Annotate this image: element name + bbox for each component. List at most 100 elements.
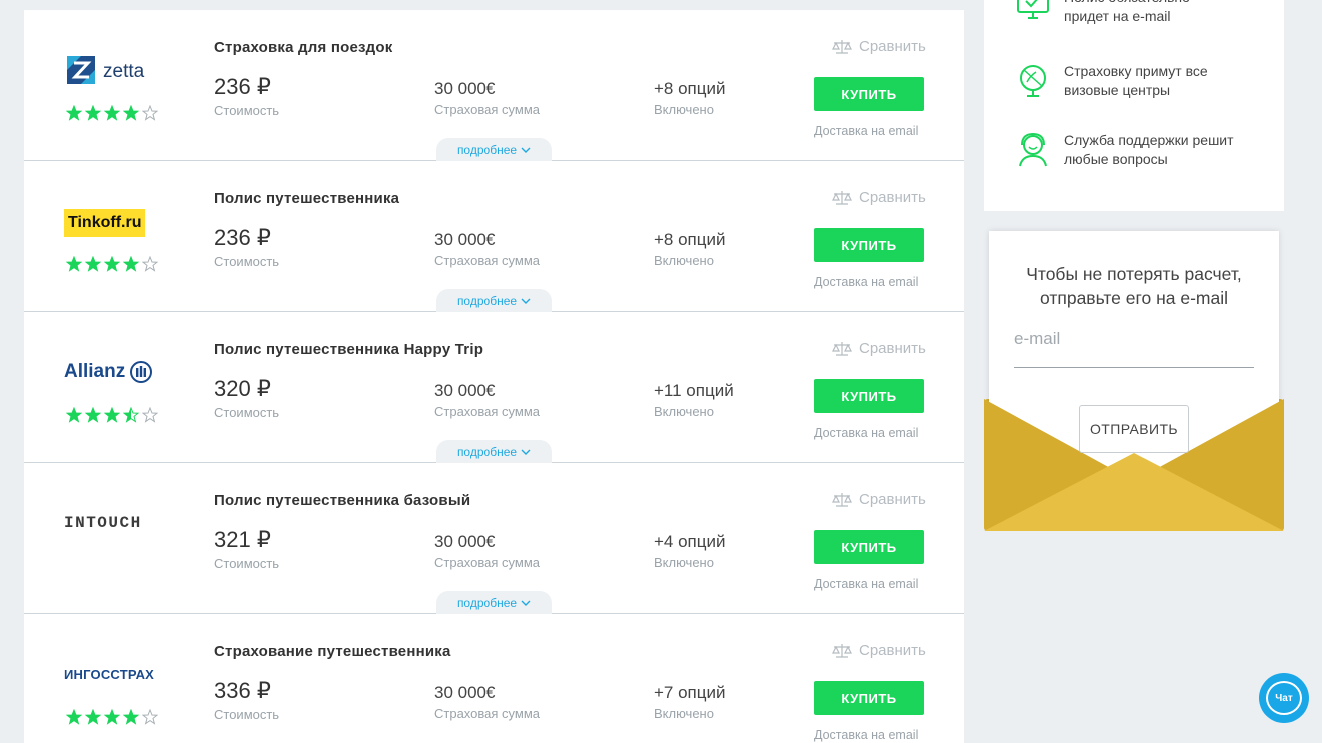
offer-card: INTOUCH Полис путешественника базовый 32… — [24, 463, 964, 614]
chat-button[interactable]: Чат — [1259, 673, 1309, 723]
star-icon — [85, 256, 101, 272]
star-icon — [142, 105, 158, 121]
price-block: 321 ₽ Стоимость — [214, 527, 279, 571]
scales-icon — [832, 643, 852, 658]
send-button[interactable]: ОТПРАВИТЬ — [1079, 405, 1189, 453]
star-icon — [104, 256, 120, 272]
details-toggle[interactable]: подробнее — [436, 289, 552, 312]
delivery-note: Доставка на email — [814, 577, 919, 591]
delivery-note: Доставка на email — [814, 124, 919, 138]
star-icon — [123, 105, 139, 121]
price-block: 336 ₽ Стоимость — [214, 678, 279, 722]
details-toggle[interactable]: подробнее — [436, 138, 552, 161]
buy-button[interactable]: КУПИТЬ — [814, 228, 924, 262]
options-label: Включено — [654, 404, 714, 419]
sum-label: Страховая сумма — [434, 102, 540, 117]
sum-label: Страховая сумма — [434, 706, 540, 721]
buy-button[interactable]: КУПИТЬ — [814, 530, 924, 564]
price-value: 336 ₽ — [214, 678, 271, 703]
offer-title: Страховка для поездок — [214, 39, 393, 56]
sum-block: 30 000€ Страховая сумма — [434, 79, 540, 117]
rating-stars — [66, 407, 158, 423]
options-block: +4 опций Включено — [654, 532, 726, 570]
compare-label: Сравнить — [859, 189, 926, 206]
feature-item: Полис обязательно придет на e-mail — [1016, 0, 1224, 26]
email-envelope: Чтобы не потерять расчет, отправьте его … — [984, 231, 1284, 531]
price-value: 320 ₽ — [214, 376, 271, 401]
sum-value: 30 000€ — [434, 79, 496, 98]
monitor-check-icon — [1017, 0, 1049, 19]
star-icon — [104, 709, 120, 725]
offer-card: ИНГОССТРАХ Страхование путешественника 3… — [24, 614, 964, 743]
buy-button[interactable]: КУПИТЬ — [814, 77, 924, 111]
compare-link[interactable]: Сравнить — [832, 642, 926, 659]
compare-link[interactable]: Сравнить — [832, 340, 926, 357]
price-block: 236 ₽ Стоимость — [214, 74, 279, 118]
star-icon — [66, 256, 82, 272]
email-input[interactable] — [1014, 329, 1254, 368]
sum-block: 30 000€ Страховая сумма — [434, 532, 540, 570]
options-value: +8 опций — [654, 79, 726, 98]
star-icon — [66, 407, 82, 423]
options-block: +11 опций Включено — [654, 381, 734, 419]
offer-card: Allianz Полис путешественника Happy Trip… — [24, 312, 964, 463]
offer-title: Полис путешественника — [214, 190, 400, 207]
options-block: +8 опций Включено — [654, 230, 726, 268]
scales-icon — [832, 39, 852, 54]
tinkoff-logo-icon: Tinkoff.ru — [64, 209, 146, 237]
buy-button[interactable]: КУПИТЬ — [814, 379, 924, 413]
price-value: 321 ₽ — [214, 527, 271, 552]
offer-card: zetta Страховка для поездок 236 ₽ Стоимо… — [24, 10, 964, 161]
star-icon — [66, 105, 82, 121]
feature-text: Служба поддержки решит любые вопросы — [1064, 132, 1234, 167]
compare-label: Сравнить — [859, 642, 926, 659]
features-panel: Полис обязательно придет на e-mail Страх… — [984, 0, 1284, 211]
intouch-logo-text: INTOUCH — [64, 514, 142, 532]
details-toggle[interactable]: подробнее — [436, 440, 552, 463]
compare-label: Сравнить — [859, 340, 926, 357]
star-icon — [123, 407, 139, 423]
feature-item: Страховку примут все визовые центры — [1016, 62, 1234, 100]
rating-stars — [66, 256, 158, 272]
details-label: подробнее — [456, 595, 518, 610]
rating-stars — [66, 709, 158, 725]
price-label: Стоимость — [214, 103, 280, 118]
star-icon — [104, 407, 120, 423]
star-icon — [142, 256, 158, 272]
details-label: подробнее — [456, 293, 518, 308]
compare-link[interactable]: Сравнить — [832, 38, 926, 55]
offers-list: zetta Страховка для поездок 236 ₽ Стоимо… — [24, 10, 964, 743]
support-agent-icon — [1019, 132, 1047, 167]
price-value: 236 ₽ — [214, 74, 271, 99]
options-label: Включено — [654, 253, 714, 268]
sum-value: 30 000€ — [434, 381, 496, 400]
compare-link[interactable]: Сравнить — [832, 189, 926, 206]
options-label: Включено — [654, 102, 714, 117]
scales-icon — [832, 492, 852, 507]
star-icon — [85, 709, 101, 725]
options-label: Включено — [654, 555, 714, 570]
sum-label: Страховая сумма — [434, 253, 540, 268]
scales-icon — [832, 341, 852, 356]
star-icon — [142, 709, 158, 725]
insurer-logo-intouch: INTOUCH — [64, 505, 174, 541]
rating-stars — [66, 105, 158, 121]
allianz-eagle-icon — [130, 361, 153, 383]
options-value: +11 опций — [654, 381, 734, 400]
offer-title: Полис путешественника базовый — [214, 492, 471, 509]
compare-label: Сравнить — [859, 491, 926, 508]
delivery-note: Доставка на email — [814, 275, 919, 289]
insurer-logo-tinkoff: Tinkoff.ru — [64, 203, 174, 239]
price-block: 236 ₽ Стоимость — [214, 225, 279, 269]
price-label: Стоимость — [214, 707, 280, 722]
compare-label: Сравнить — [859, 38, 926, 55]
sum-block: 30 000€ Страховая сумма — [434, 230, 540, 268]
details-toggle[interactable]: подробнее — [436, 591, 552, 614]
compare-link[interactable]: Сравнить — [832, 491, 926, 508]
sum-label: Страховая сумма — [434, 404, 540, 419]
star-icon — [85, 407, 101, 423]
buy-button[interactable]: КУПИТЬ — [814, 681, 924, 715]
chevron-down-icon — [521, 147, 531, 153]
sum-value: 30 000€ — [434, 230, 496, 249]
ingosstrakh-logo-text: ИНГОССТРАХ — [64, 666, 155, 682]
